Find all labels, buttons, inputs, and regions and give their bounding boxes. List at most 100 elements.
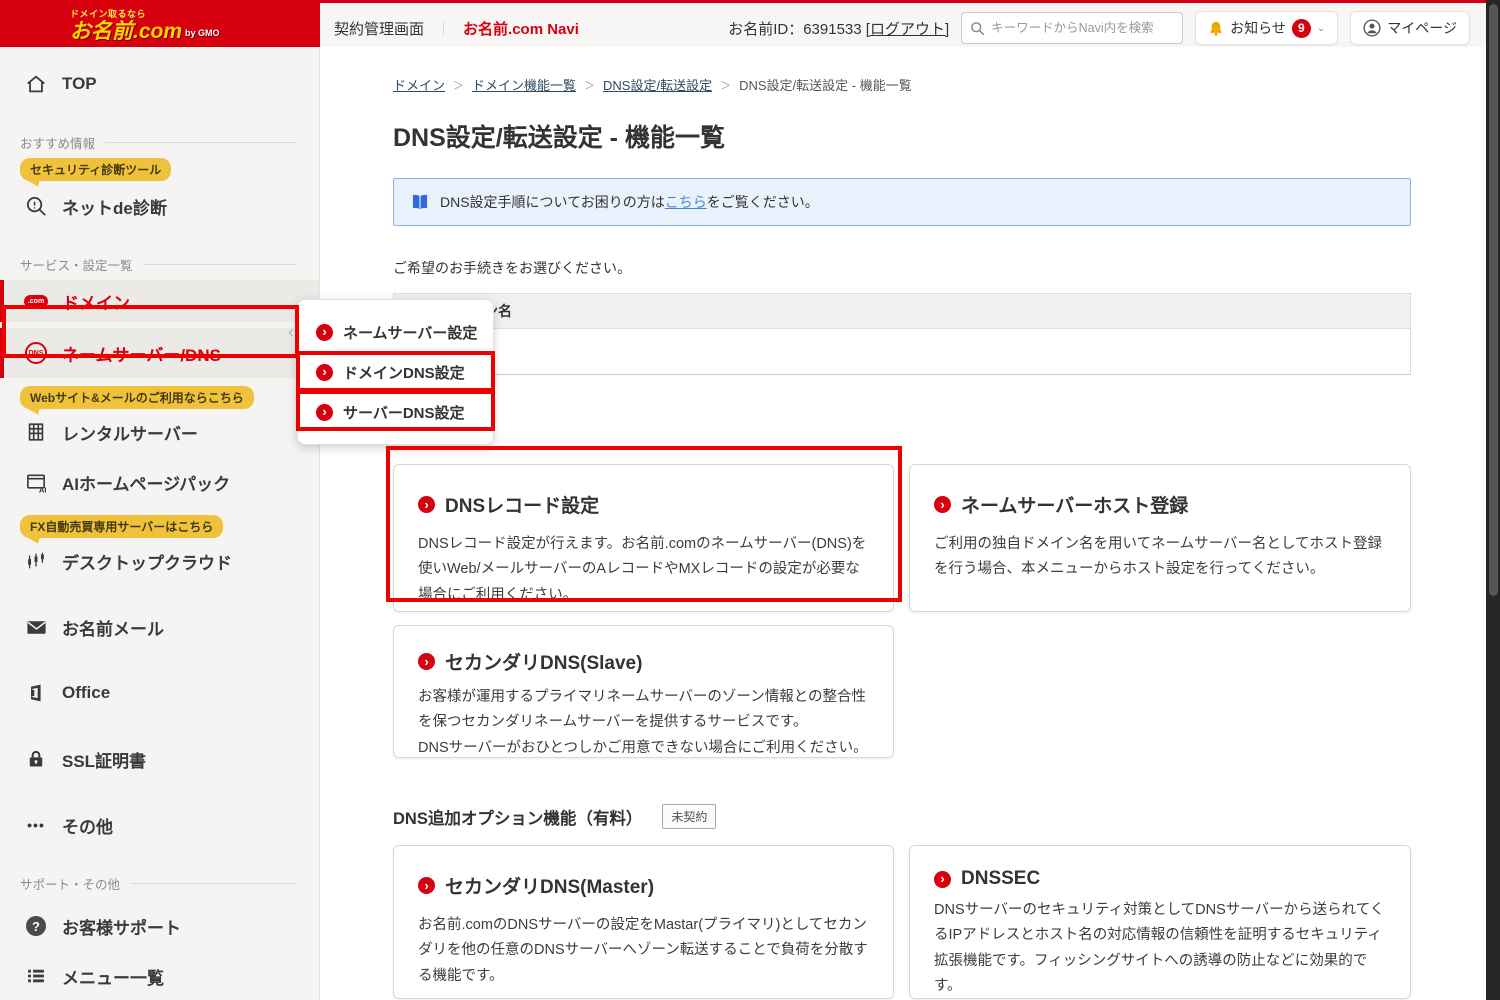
flyout-item-label: ネームサーバー設定 [343,324,478,342]
info-text-suffix: をご覧ください。 [706,194,819,210]
sidebar-item-office[interactable]: Office [0,672,319,714]
bell-icon [1208,20,1224,37]
chevron-right-circle-icon: › [316,363,333,381]
mypage-button[interactable]: マイページ [1350,11,1470,45]
card-description: お名前.comのDNSサーバーの設定をMastar(プライマリ)としてセカンダリ… [418,917,868,984]
sidebar-item-menu-list[interactable]: メニュー一覧 [0,955,319,997]
sidebar-item-label: デスクトップクラウド [62,553,232,573]
home-icon [24,73,48,95]
mypage-label: マイページ [1387,20,1457,36]
table-header-target-domain: 対象ドメイン名 [394,294,1410,329]
not-contracted-badge: 未契約 [662,804,717,829]
candlestick-chart-icon [24,550,48,572]
sidebar-item-ai-homepage-pack[interactable]: AI AIホームページパック [0,461,319,503]
main-content: ドメイン ＞ ドメイン機能一覧 ＞ DNS設定/転送設定 ＞ DNS設定/転送設… [320,47,1500,1000]
card-title: › セカンダリDNS(Slave) [418,648,869,675]
page: 契約管理画面 ｜ お名前.com Navi お名前ID：6391533 [ログア… [0,0,1500,1000]
card-title-text: DNSSEC [961,868,1041,889]
account-id: お名前ID：6391533 [ログアウト] [728,18,949,39]
sidebar-section-recommend: おすすめ情報 [0,133,319,152]
flyout-item-domain-dns-settings[interactable]: › ドメインDNS設定 [298,352,493,392]
sidebar-item-desktop-cloud[interactable]: デスクトップクラウド [0,540,319,582]
chevron-right-circle-icon: › [316,403,333,421]
fx-server-badge[interactable]: FX自動売買専用サーバーはこちら [20,515,224,538]
breadcrumb-separator: ＞ [584,79,596,92]
sidebar-item-customer-support[interactable]: ? お客様サポート [0,905,319,947]
scrollbar[interactable] [1486,0,1500,1000]
navi-search[interactable] [961,12,1184,44]
cards-row-2: › セカンダリDNS(Slave) お客様が運用するプライマリネームサーバーのゾ… [393,625,1411,758]
notifications-button[interactable]: お知らせ 9 ⌄ [1195,11,1339,45]
search-input[interactable] [991,21,1175,35]
card-title: › セカンダリDNS(Master) [418,872,869,899]
domain-com-icon: .com [23,294,49,308]
logout-link[interactable]: [ログアウト] [866,21,949,38]
scrollbar-thumb[interactable] [1489,4,1498,596]
list-icon [24,966,48,986]
card-description: ご利用の独自ドメイン名を用いてネームサーバー名としてホスト登録を行う場合、本メニ… [934,536,1383,578]
sidebar-item-ssl[interactable]: SSL証明書 [0,738,319,780]
sidebar-item-label: TOP [62,74,97,93]
sidebar-item-rental-server[interactable]: レンタルサーバー [0,411,319,453]
chevron-right-circle-icon: › [316,323,333,341]
card-description: お客様が運用するプライマリネームサーバーのゾーン情報との整合性を保つセカンダリネ… [418,685,869,761]
chevron-right-circle-icon: › [418,877,435,894]
breadcrumb-link[interactable]: ドメイン [393,75,445,94]
chevron-right-circle-icon: › [418,653,435,670]
ellipsis-icon: ••• [27,817,45,833]
info-here-link[interactable]: こちら [665,194,707,210]
card-description-line: お客様が運用するプライマリネームサーバーのゾーン情報との整合性を保つセカンダリネ… [418,689,867,731]
brand-name-text: お名前.com [70,20,183,43]
card-title-text: セカンダリDNS(Slave) [445,653,643,674]
card-nameserver-host-registration[interactable]: › ネームサーバーホスト登録 ご利用の独自ドメイン名を用いてネームサーバー名とし… [909,464,1411,612]
flyout-item-server-dns-settings[interactable]: › サーバーDNS設定 [298,392,493,432]
card-title: › ネームサーバーホスト登録 [934,491,1386,518]
web-mail-badge[interactable]: Webサイト&メールのご利用ならこちら [20,386,254,409]
card-dns-record-settings[interactable]: › DNSレコード設定 DNSレコード設定が行えます。お名前.comのネームサー… [393,464,894,612]
info-banner: DNS設定手順についてお困りの方はこちらをご覧ください。 [393,178,1411,226]
brand-name: お名前.com by GMO [70,20,320,43]
section-label-text: おすすめ情報 [20,137,96,151]
security-tool-badge[interactable]: セキュリティ診断ツール [20,158,172,181]
sidebar-item-domain[interactable]: .com ドメイン [0,280,319,322]
sidebar-item-label: レンタルサーバー [62,424,198,444]
target-domain-table: 対象ドメイン名 [393,293,1411,375]
chevron-right-circle-icon: › [418,496,435,513]
breadcrumb-separator: ＞ [720,79,732,92]
sidebar-item-net-de-shindan[interactable]: ネットde診断 [0,185,319,227]
card-title: › DNSレコード設定 [418,491,869,518]
sidebar-item-label: メニュー一覧 [62,968,164,988]
sidebar-item-top[interactable]: TOP [0,63,319,105]
notifications-label: お知らせ [1230,20,1286,36]
card-title-text: DNSレコード設定 [445,496,600,517]
sidebar-item-label: ネットde診断 [62,198,167,218]
flyout-item-nameserver-settings[interactable]: › ネームサーバー設定 [298,312,493,352]
chevron-down-icon: ⌄ [1316,22,1326,34]
card-dnssec[interactable]: › DNSSEC DNSサーバーのセキュリティ対策としてDNSサーバーから送られ… [909,845,1411,999]
sidebar-item-label: ネームサーバー/DNS [62,345,221,365]
card-secondary-dns-master[interactable]: › セカンダリDNS(Master) お名前.comのDNSサーバーの設定をMa… [393,845,894,999]
card-description-line: DNSサーバーのセキュリティ対策としてDNSサーバーから送られてくるIPアドレス… [934,902,1385,995]
breadcrumb-link[interactable]: ドメイン機能一覧 [472,75,576,94]
account-id-text: お名前ID：6391533 [728,20,862,38]
sidebar-item-others[interactable]: ••• その他 [0,804,319,846]
sidebar-item-label: Office [62,683,111,702]
chevron-right-circle-icon: › [934,496,951,513]
table-row[interactable] [394,329,1410,374]
breadcrumb-separator: ＞ [453,79,465,92]
brand-logo[interactable]: ドメイン取るなら お名前.com by GMO [0,3,320,50]
sidebar-item-nameserver-dns[interactable]: DNS ネームサーバー/DNS [0,328,319,378]
sidebar-item-onamae-mail[interactable]: お名前メール [0,606,319,648]
user-icon [1363,19,1381,37]
sidebar-item-label: お客様サポート [62,918,181,938]
book-icon [410,194,430,211]
sidebar-item-label: AIホームページパック [62,474,231,494]
sidebar-item-label: SSL証明書 [62,751,147,771]
contract-management-label: 契約管理画面 [334,20,425,38]
chevron-right-circle-icon: › [934,870,951,888]
card-secondary-dns-slave[interactable]: › セカンダリDNS(Slave) お客様が運用するプライマリネームサーバーのゾ… [393,625,894,758]
section-label-text: サービス・設定一覧 [20,259,133,273]
sidebar-item-label: その他 [62,817,113,837]
onamae-navi-label[interactable]: お名前.com Navi [463,18,579,39]
breadcrumb-link[interactable]: DNS設定/転送設定 [603,75,712,94]
